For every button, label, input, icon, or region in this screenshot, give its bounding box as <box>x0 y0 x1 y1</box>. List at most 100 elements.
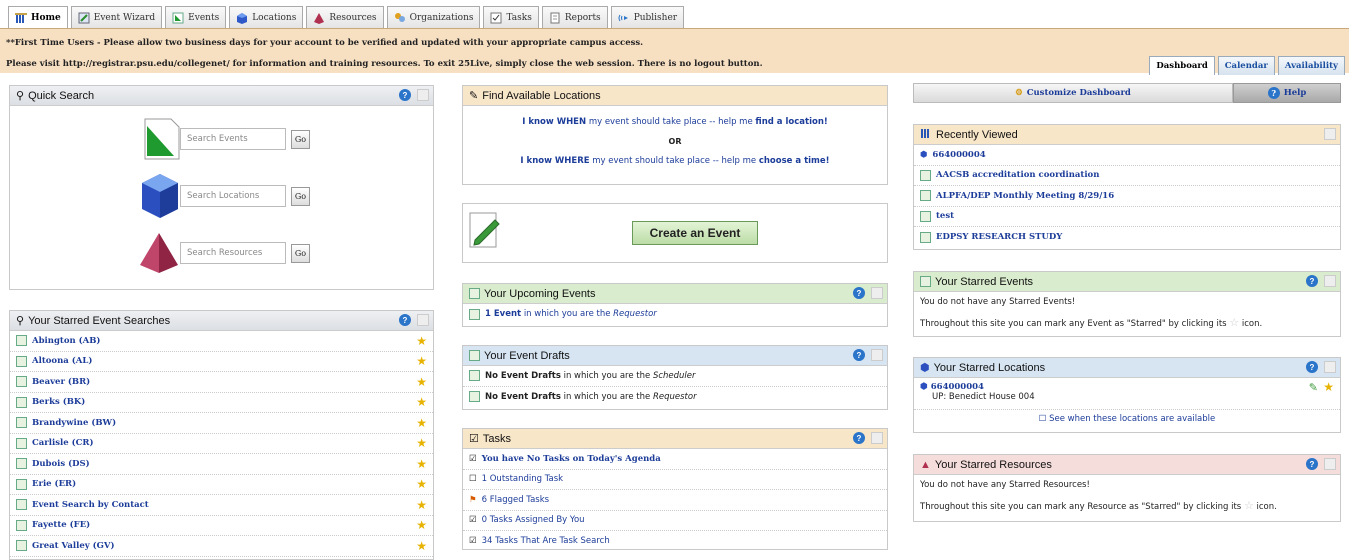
panel-title: Your Starred Resources <box>934 458 1052 471</box>
events-icon <box>469 308 480 320</box>
star-outline-icon: ☆ <box>1229 316 1240 329</box>
tab-dashboard[interactable]: Dashboard <box>1149 56 1215 75</box>
minimize-icon[interactable] <box>1324 361 1336 373</box>
list-item[interactable]: Erie (ER) ★ <box>10 475 433 495</box>
tasks-icon: ☑ <box>469 453 477 464</box>
tab-home[interactable]: Home <box>8 6 68 28</box>
search-icon: ⚲ <box>16 90 25 102</box>
star-icon[interactable]: ★ <box>416 518 427 532</box>
search-doc-icon <box>16 376 27 388</box>
minimize-icon[interactable] <box>871 432 883 444</box>
tab-tasks[interactable]: Tasks <box>483 6 539 28</box>
search-locations-input[interactable]: Search Locations <box>180 185 286 207</box>
list-item[interactable]: EDPSY RESEARCH STUDY <box>914 227 1340 248</box>
star-icon[interactable]: ★ <box>416 436 427 450</box>
list-item[interactable]: Carlisle (CR) ★ <box>10 434 433 454</box>
minimize-icon[interactable] <box>1324 275 1336 287</box>
location-icon: ⬢ <box>920 149 928 160</box>
choose-time-link[interactable]: choose a time! <box>759 156 830 166</box>
tab-calendar[interactable]: Calendar <box>1217 56 1275 75</box>
help-button[interactable]: ? Help <box>1233 83 1341 103</box>
help-icon[interactable]: ? <box>853 349 865 361</box>
create-event-button[interactable]: Create an Event <box>632 221 758 245</box>
recently-viewed-panel: Recently Viewed ⬢ 664000004 AACSB accredi… <box>913 124 1341 250</box>
list-item[interactable]: Great Valley (GV) ★ <box>10 536 433 557</box>
tasks-icon: ☑ <box>469 536 477 547</box>
find-location-link[interactable]: find a location! <box>755 117 827 127</box>
edit-icon[interactable]: ✎ <box>1309 381 1318 394</box>
star-icon[interactable]: ★ <box>416 539 427 553</box>
help-icon[interactable]: ? <box>399 314 411 326</box>
list-item[interactable]: ⬢ 664000004 <box>914 145 1340 166</box>
list-item[interactable]: Beaver (BR) ★ <box>10 372 433 393</box>
list-item[interactable]: AACSB accreditation coordination <box>914 166 1340 186</box>
help-icon[interactable]: ? <box>1306 458 1318 470</box>
starred-events-panel: Your Starred Events ? You do not have an… <box>913 271 1341 337</box>
search-resources-input[interactable]: Search Resources <box>180 242 286 264</box>
list-item[interactable]: Fayette (FE) ★ <box>10 516 433 536</box>
list-item[interactable]: ⚑ 6 Flagged Tasks <box>463 490 887 511</box>
list-item[interactable]: Berks (BK) ★ <box>10 393 433 413</box>
star-icon[interactable]: ★ <box>416 477 427 491</box>
list-item[interactable]: test <box>914 207 1340 227</box>
search-events-go-button[interactable]: Go <box>291 129 310 149</box>
minimize-icon[interactable] <box>871 287 883 299</box>
list-item[interactable]: ☐ 1 Outstanding Task <box>463 470 887 490</box>
star-icon[interactable]: ★ <box>416 375 427 389</box>
outstanding-task-icon: ☐ <box>469 474 477 485</box>
tab-availability[interactable]: Availability <box>1277 56 1345 75</box>
minimize-icon[interactable] <box>1324 128 1336 140</box>
search-events-input[interactable]: Search Events <box>180 128 286 150</box>
help-icon[interactable]: ? <box>853 432 865 444</box>
tab-organizations[interactable]: Organizations <box>386 6 481 28</box>
star-icon[interactable]: ★ <box>416 334 427 348</box>
list-item[interactable]: ☑ 0 Tasks Assigned By You <box>463 511 887 531</box>
tab-reports[interactable]: Reports <box>541 6 608 28</box>
star-icon[interactable]: ★ <box>1323 380 1334 394</box>
minimize-icon[interactable] <box>871 349 883 361</box>
list-item: 1 Event in which you are the Requestor <box>463 304 887 325</box>
customize-dashboard-button[interactable]: ⚙ Customize Dashboard <box>913 83 1233 103</box>
minimize-icon[interactable] <box>417 314 429 326</box>
panel-header: Your Upcoming Events ? <box>463 284 887 304</box>
list-item[interactable]: Altoona (AL) ★ <box>10 352 433 372</box>
minimize-icon[interactable] <box>1324 458 1336 470</box>
list-item[interactable]: ALPFA/DEP Monthly Meeting 8/29/16 <box>914 186 1340 207</box>
tab-resources[interactable]: Resources <box>306 6 384 28</box>
help-icon[interactable]: ? <box>399 89 411 101</box>
star-icon[interactable]: ★ <box>416 498 427 512</box>
tab-locations[interactable]: Locations <box>229 6 304 28</box>
search-locations-go-button[interactable]: Go <box>291 186 310 206</box>
search-doc-icon <box>16 355 27 367</box>
publisher-icon <box>618 12 630 24</box>
upcoming-count-link[interactable]: 1 Event <box>485 309 521 319</box>
list-item[interactable]: Event Search by Contact ★ <box>10 495 433 516</box>
list-item[interactable]: ⬢ 664000004 UP: Benedict House 004 ✎ ★ <box>914 378 1340 410</box>
tab-event-wizard[interactable]: Event Wizard <box>70 6 163 28</box>
search-doc-icon <box>16 335 27 347</box>
star-icon[interactable]: ★ <box>416 354 427 368</box>
star-icon[interactable]: ★ <box>416 395 427 409</box>
starred-resources-empty: You do not have any Starred Resources! <box>920 480 1090 490</box>
resources-icon <box>140 233 178 273</box>
search-resources-go-button[interactable]: Go <box>291 243 310 263</box>
help-icon[interactable]: ? <box>1306 361 1318 373</box>
drafts-link[interactable]: No Event Drafts <box>485 392 561 402</box>
tab-label: Home <box>31 12 61 23</box>
list-item[interactable]: Dubois (DS) ★ <box>10 454 433 475</box>
help-icon[interactable]: ? <box>853 287 865 299</box>
list-item[interactable]: ☑ 34 Tasks That Are Task Search <box>463 531 887 552</box>
star-icon[interactable]: ★ <box>416 416 427 430</box>
list-item[interactable]: ☑ You have No Tasks on Today's Agenda <box>463 449 887 470</box>
tab-publisher[interactable]: Publisher <box>610 6 685 28</box>
minimize-icon[interactable] <box>417 89 429 101</box>
star-icon[interactable]: ★ <box>416 457 427 471</box>
tasks-icon <box>490 12 502 24</box>
help-icon[interactable]: ? <box>1306 275 1318 287</box>
list-item[interactable]: Abington (AB) ★ <box>10 331 433 352</box>
drafts-link[interactable]: No Event Drafts <box>485 371 561 381</box>
list-item[interactable]: Brandywine (BW) ★ <box>10 413 433 434</box>
see-availability-link[interactable]: ☐ See when these locations are available <box>914 410 1340 424</box>
panel-header: ⚲ Your Starred Event Searches ? <box>10 311 433 331</box>
tab-events[interactable]: Events <box>165 6 227 28</box>
